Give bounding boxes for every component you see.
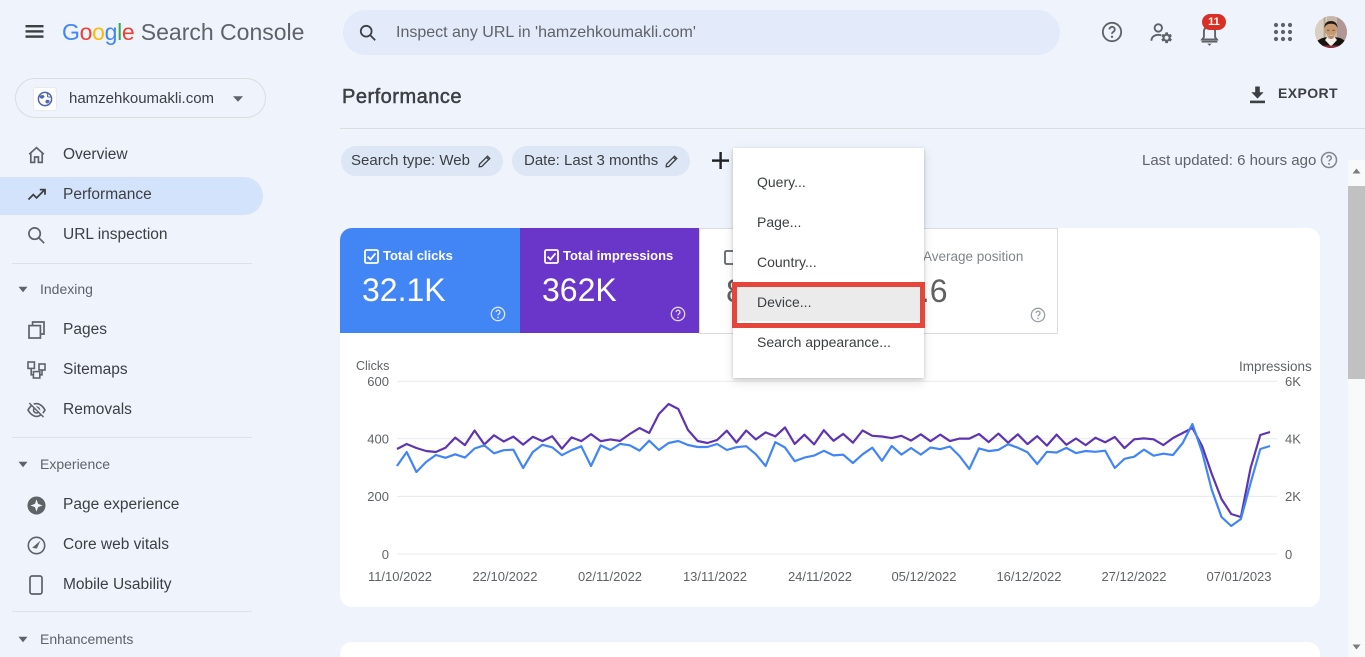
svg-text:6K: 6K xyxy=(1285,374,1301,389)
svg-text:11/10/2022: 11/10/2022 xyxy=(368,569,432,584)
svg-text:16/12/2022: 16/12/2022 xyxy=(996,569,1061,584)
svg-text:07/01/2023: 07/01/2023 xyxy=(1206,569,1271,584)
svg-text:02/11/2022: 02/11/2022 xyxy=(578,569,642,584)
svg-text:0: 0 xyxy=(382,547,389,562)
svg-text:600: 600 xyxy=(367,374,389,389)
svg-text:200: 200 xyxy=(367,489,389,504)
svg-text:24/11/2022: 24/11/2022 xyxy=(788,569,852,584)
svg-text:05/12/2022: 05/12/2022 xyxy=(891,569,956,584)
svg-text:0: 0 xyxy=(1285,547,1292,562)
svg-text:13/11/2022: 13/11/2022 xyxy=(683,569,747,584)
svg-text:4K: 4K xyxy=(1285,432,1301,447)
svg-text:2K: 2K xyxy=(1285,489,1301,504)
svg-text:27/12/2022: 27/12/2022 xyxy=(1101,569,1166,584)
svg-text:22/10/2022: 22/10/2022 xyxy=(472,569,537,584)
svg-text:400: 400 xyxy=(367,432,389,447)
